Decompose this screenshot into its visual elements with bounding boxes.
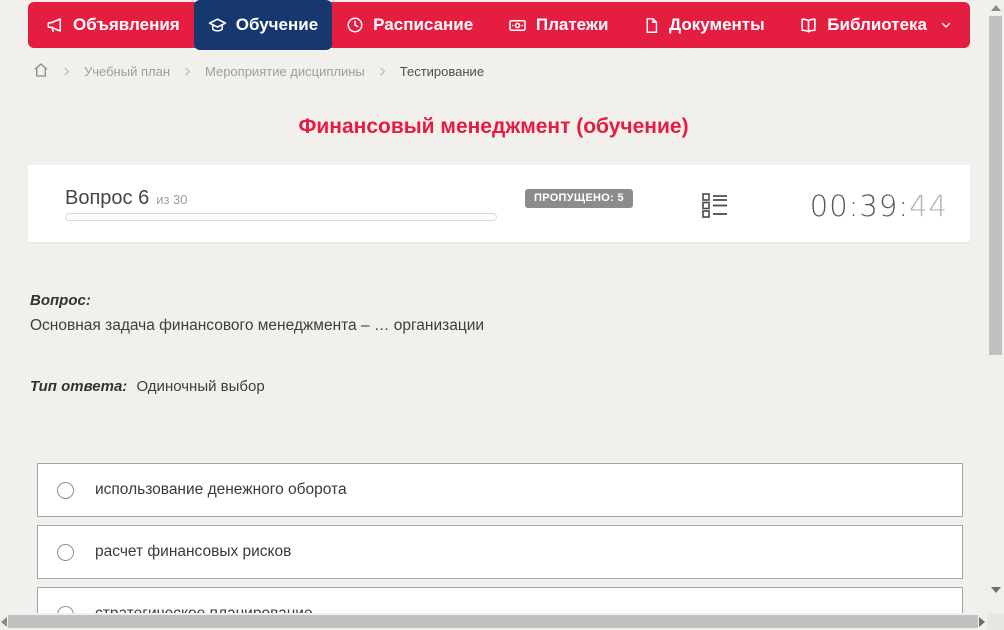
home-icon[interactable] <box>33 62 49 81</box>
quiz-timer: 00:39:44 <box>810 189 948 223</box>
answer-type-value: Одиночный выбор <box>136 378 265 395</box>
document-icon <box>643 17 660 34</box>
app-viewport: Объявления Обучение Расписание Платежи Д… <box>0 0 1004 630</box>
chevron-down-icon <box>940 19 952 31</box>
nav-item-learning[interactable]: Обучение <box>193 0 333 50</box>
scroll-down-arrow-icon[interactable] <box>991 587 1001 593</box>
chevron-right-icon <box>377 66 388 77</box>
list-icon <box>701 191 729 224</box>
scroll-right-arrow-icon[interactable] <box>979 617 985 627</box>
nav-item-announcements[interactable]: Объявления <box>32 2 194 48</box>
horizontal-scrollbar-thumb[interactable] <box>8 615 978 628</box>
answer-option[interactable]: расчет финансовых рисков <box>37 525 963 579</box>
nav-item-schedule[interactable]: Расписание <box>332 2 487 48</box>
answer-option-label: расчет финансовых рисков <box>95 543 292 560</box>
clock-icon <box>346 16 364 34</box>
quiz-progress-bar <box>65 213 497 221</box>
breadcrumb-item-discipline-event[interactable]: Мероприятие дисциплины <box>205 64 365 79</box>
nav-item-label: Платежи <box>535 15 609 34</box>
graduation-cap-icon <box>208 16 227 35</box>
nav-item-payments[interactable]: Платежи <box>494 2 623 48</box>
quiz-header-card: Вопрос 6 из 30 ПРОПУЩЕНО: 5 00:39:44 <box>28 165 970 242</box>
scroll-left-arrow-icon[interactable] <box>1 617 7 627</box>
breadcrumb: Учебный план Мероприятие дисциплины Тест… <box>33 62 484 81</box>
question-number-label: Вопрос 6 <box>65 187 150 209</box>
vertical-scrollbar[interactable] <box>987 0 1004 613</box>
skipped-badge: ПРОПУЩЕНО: 5 <box>525 189 633 208</box>
question-text: Основная задача финансового менеджмента … <box>30 317 485 334</box>
page-title: Финансовый менеджмент (обучение) <box>298 115 689 138</box>
question-label: Вопрос: <box>30 292 91 309</box>
timer-main: 00:39: <box>809 189 910 223</box>
nav-item-documents[interactable]: Документы <box>629 2 779 48</box>
top-navbar: Объявления Обучение Расписание Платежи Д… <box>28 0 970 50</box>
nav-item-label: Документы <box>669 15 765 34</box>
banknote-icon <box>508 16 527 35</box>
answer-type-row: Тип ответа: Одиночный выбор <box>30 378 265 395</box>
answer-type-label: Тип ответа: <box>30 378 128 395</box>
question-total: из 30 <box>156 192 188 207</box>
answer-option[interactable]: использование денежного оборота <box>37 463 963 517</box>
question-list-button[interactable] <box>700 192 730 222</box>
vertical-scrollbar-thumb[interactable] <box>989 16 1002 355</box>
chevron-right-icon <box>182 66 193 77</box>
megaphone-icon <box>46 16 64 34</box>
scroll-up-arrow-icon[interactable] <box>991 5 1001 11</box>
nav-item-label: Обучение <box>235 15 319 34</box>
radio-button-icon[interactable] <box>57 543 74 561</box>
question-number: Вопрос 6 из 30 <box>65 187 188 210</box>
nav-item-label: Расписание <box>373 15 474 34</box>
breadcrumb-item-testing: Тестирование <box>399 64 485 79</box>
answer-option-label: использование денежного оборота <box>95 481 347 498</box>
scrollbar-corner <box>987 613 1004 630</box>
chevron-right-icon <box>61 66 72 77</box>
nav-item-label: Объявления <box>73 15 180 34</box>
timer-seconds: 44 <box>909 189 948 223</box>
horizontal-scrollbar[interactable] <box>0 613 987 630</box>
breadcrumb-item-curriculum[interactable]: Учебный план <box>84 64 170 79</box>
open-book-icon <box>799 16 818 35</box>
nav-item-library[interactable]: Библиотека <box>785 2 966 48</box>
nav-item-label: Библиотека <box>827 15 927 34</box>
radio-button-icon[interactable] <box>57 481 74 499</box>
